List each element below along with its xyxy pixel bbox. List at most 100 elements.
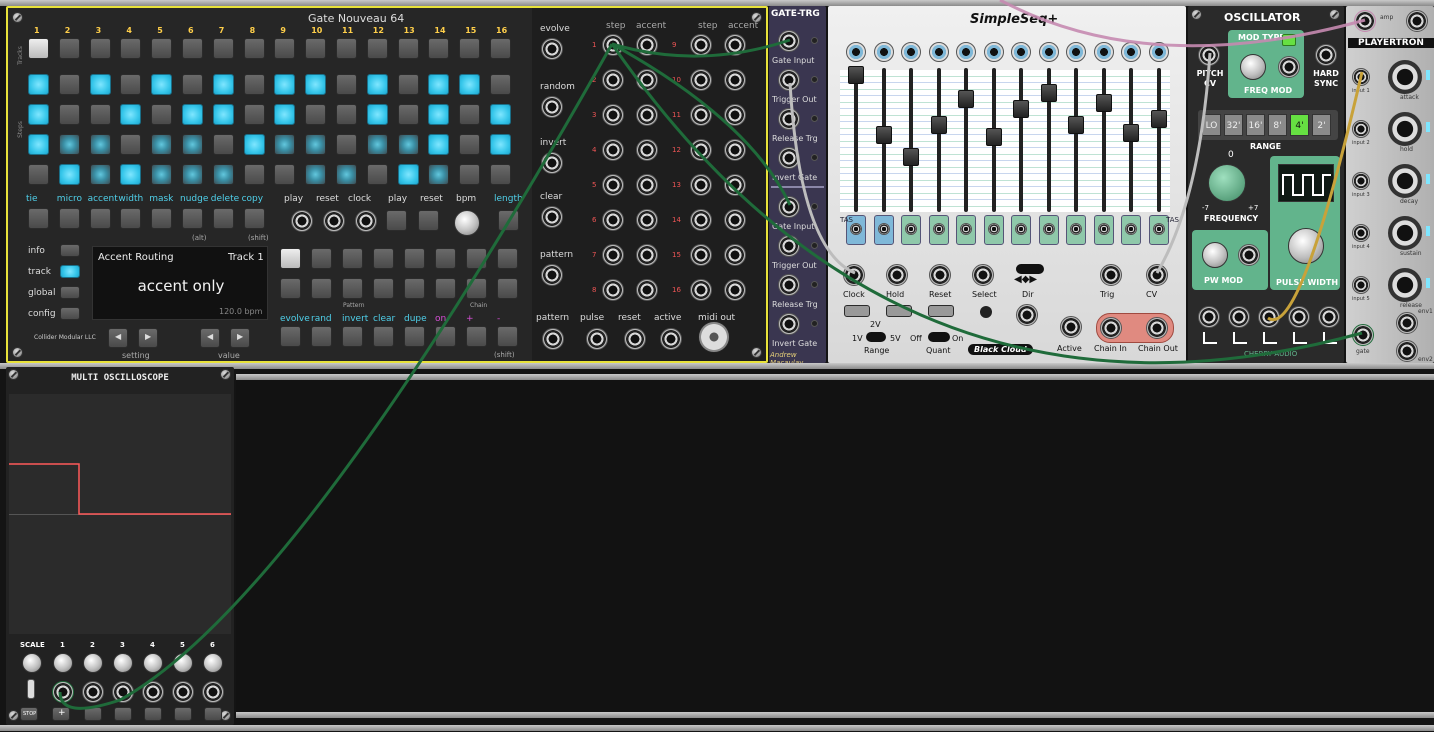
step-button[interactable] [397, 104, 419, 125]
step-output[interactable] [602, 244, 624, 266]
accent-output[interactable] [724, 209, 746, 231]
pattern-button[interactable] [497, 248, 518, 269]
freq-mod-input[interactable] [1278, 56, 1300, 78]
channel-input[interactable] [82, 681, 104, 703]
step-button[interactable] [89, 134, 111, 155]
invert-gate-jack[interactable] [778, 313, 800, 335]
step-button[interactable] [151, 74, 173, 95]
track-select-button[interactable] [151, 38, 173, 59]
step-button[interactable] [459, 74, 481, 95]
step-button[interactable] [58, 134, 80, 155]
step-button[interactable] [120, 74, 142, 95]
pitch-cv-input[interactable] [1198, 44, 1220, 66]
channel-button[interactable] [144, 707, 162, 721]
step-button[interactable] [366, 134, 388, 155]
select-input[interactable] [972, 264, 994, 286]
pattern-action-button[interactable] [373, 326, 394, 347]
triangle-output[interactable] [1318, 306, 1340, 328]
pattern-button[interactable] [373, 278, 394, 299]
step-button[interactable] [243, 134, 265, 155]
pulse-width-knob[interactable] [1288, 228, 1324, 264]
saw-output[interactable] [1228, 306, 1250, 328]
input-jack[interactable] [1352, 224, 1370, 242]
hold-input[interactable] [886, 264, 908, 286]
hold-knob[interactable] [1388, 112, 1422, 146]
step-button[interactable] [397, 134, 419, 155]
step-button[interactable] [490, 104, 511, 125]
amp-input[interactable] [1354, 10, 1376, 32]
amp-output[interactable] [1406, 10, 1428, 32]
step-button[interactable] [336, 104, 357, 125]
step-button[interactable] [89, 104, 111, 125]
dir-input[interactable] [1016, 304, 1038, 326]
step-button[interactable] [336, 74, 357, 95]
range-option[interactable]: 2' [1312, 114, 1331, 136]
range-option[interactable]: 8' [1268, 114, 1287, 136]
env1-output[interactable] [1396, 312, 1418, 334]
value-right-button[interactable]: ▶ [230, 328, 250, 348]
channel-input[interactable] [142, 681, 164, 703]
accent-output[interactable] [636, 279, 658, 301]
track-select-button[interactable] [397, 38, 419, 59]
input-jack[interactable] [1352, 172, 1370, 190]
step-output[interactable] [690, 139, 712, 161]
release-knob[interactable] [1388, 268, 1422, 302]
step-button[interactable] [120, 104, 142, 125]
clock-button[interactable] [844, 305, 870, 317]
stop-button[interactable]: STOP [20, 707, 38, 721]
channel-knob[interactable] [113, 653, 133, 673]
step-button[interactable] [305, 74, 327, 95]
pattern-button[interactable] [311, 278, 332, 299]
step-cv-output[interactable] [983, 42, 1004, 62]
step-cv-output[interactable] [1038, 42, 1059, 62]
step-slider[interactable] [848, 66, 864, 84]
step-output[interactable] [602, 209, 624, 231]
step-button[interactable] [366, 104, 388, 125]
step-button[interactable] [151, 164, 173, 185]
active-output[interactable] [1060, 316, 1082, 338]
accent-output[interactable] [636, 174, 658, 196]
sine-output[interactable] [1288, 306, 1310, 328]
step-button[interactable] [366, 164, 388, 185]
channel-knob[interactable] [83, 653, 103, 673]
pattern-output[interactable] [542, 328, 564, 350]
hard-sync-input[interactable] [1315, 44, 1337, 66]
step-button[interactable] [336, 134, 357, 155]
input-jack[interactable] [1352, 68, 1370, 86]
track-select-button[interactable] [428, 38, 450, 59]
step-output[interactable] [690, 174, 712, 196]
track-select-button[interactable] [274, 38, 296, 59]
channel-button[interactable] [114, 707, 132, 721]
channel-knob[interactable] [173, 653, 193, 673]
stop-toggle[interactable] [27, 679, 35, 699]
pattern-input[interactable] [541, 264, 563, 286]
mode-button-track[interactable] [60, 265, 80, 278]
step-button[interactable] [397, 164, 419, 185]
quant-switch[interactable] [928, 332, 950, 342]
step-button[interactable] [274, 134, 296, 155]
channel-button[interactable] [174, 707, 192, 721]
pattern-button[interactable] [466, 278, 487, 299]
step-button[interactable] [305, 104, 327, 125]
input-jack[interactable] [1352, 276, 1370, 294]
step-button[interactable] [243, 104, 265, 125]
accent-output[interactable] [724, 69, 746, 91]
step-slider[interactable] [1123, 124, 1139, 142]
step-button[interactable] [428, 74, 450, 95]
pattern-button[interactable] [280, 248, 301, 269]
pattern-action-button[interactable] [497, 326, 518, 347]
step-button[interactable] [428, 164, 450, 185]
step-button[interactable] [89, 164, 111, 185]
release-trg-jack[interactable] [778, 274, 800, 296]
step-output[interactable] [690, 244, 712, 266]
step-button[interactable] [459, 134, 481, 155]
mod-type-toggle[interactable] [1282, 34, 1296, 46]
channel-knob[interactable] [53, 653, 73, 673]
step-slider[interactable] [875, 126, 892, 144]
reset-input[interactable] [323, 210, 345, 232]
track-select-button[interactable] [89, 38, 111, 59]
env2-output[interactable] [1396, 340, 1418, 362]
pattern-action-button[interactable] [466, 326, 487, 347]
setting-right-button[interactable]: ▶ [138, 328, 158, 348]
step-output[interactable] [602, 104, 624, 126]
